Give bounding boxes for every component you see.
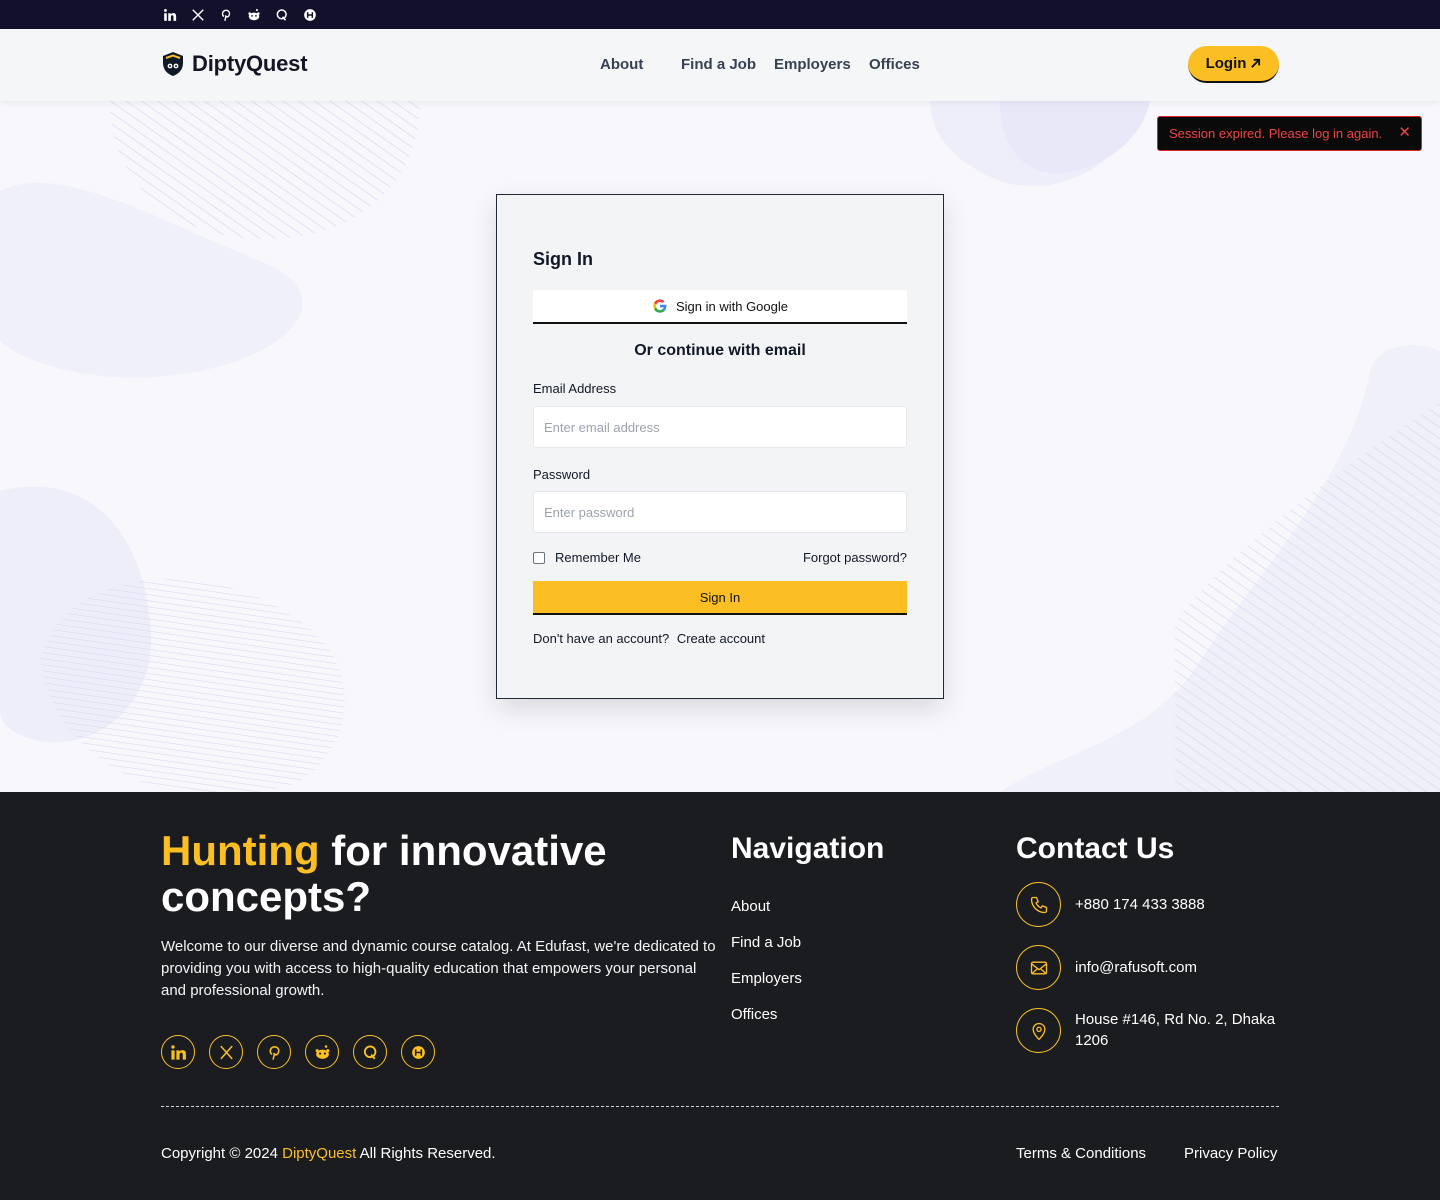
session-expired-toast: Session expired. Please log in again. ✕ [1157, 116, 1422, 151]
close-icon[interactable]: ✕ [1398, 125, 1411, 140]
footer-divider [161, 1106, 1279, 1107]
footer-nav-about[interactable]: About [731, 898, 802, 934]
contact-email-text[interactable]: info@rafusoft.com [1075, 957, 1285, 978]
top-social-icons [161, 6, 318, 23]
password-field[interactable] [533, 491, 907, 533]
site-footer: Hunting for innovative concepts? Welcome… [0, 792, 1440, 1200]
footer-social-icons [161, 1035, 435, 1069]
sign-in-button[interactable]: Sign In [533, 581, 907, 615]
location-pin-icon [1016, 1008, 1061, 1053]
copyright: Copyright © 2024 DiptyQuest All Rights R… [161, 1145, 496, 1162]
email-field[interactable] [533, 406, 907, 448]
sign-in-button-label: Sign In [699, 589, 741, 605]
main-nav: About Find a Job Employers Offices [600, 56, 920, 73]
site-header: DiptyQuest About Find a Job Employers Of… [0, 29, 1440, 101]
footer-nav-offices[interactable]: Offices [731, 1006, 802, 1042]
reddit-icon[interactable] [245, 6, 262, 23]
logo-shield-icon [163, 52, 183, 76]
remember-me-checkbox[interactable] [533, 551, 545, 564]
contact-title: Contact Us [1016, 832, 1175, 865]
brand-name: DiptyQuest [192, 51, 308, 76]
x-icon[interactable] [209, 1035, 243, 1069]
toast-message: Session expired. Please log in again. [1169, 126, 1383, 141]
google-sign-in-label: Sign in with Google [675, 298, 788, 314]
quora-icon[interactable] [273, 6, 290, 23]
email-divider-text: Or continue with email [634, 342, 806, 359]
pinterest-icon[interactable] [257, 1035, 291, 1069]
remember-me-label: Remember Me [555, 550, 641, 565]
sign-in-card: Sign In Sign in with Google Or continue … [496, 194, 944, 699]
footer-headline: Hunting for innovative concepts? [161, 828, 721, 920]
contact-phone-text[interactable]: +880 174 433 3888 [1075, 894, 1285, 915]
google-icon [653, 299, 667, 313]
create-account-link[interactable]: Create account [677, 631, 765, 646]
nav-item-employers[interactable]: Employers [774, 56, 869, 73]
nav-item-find-a-job[interactable]: Find a Job [681, 56, 774, 73]
phone-icon [1016, 882, 1061, 927]
login-button-label: Login [1205, 55, 1247, 72]
linkedin-icon[interactable] [161, 6, 178, 23]
linkedin-icon[interactable] [161, 1035, 195, 1069]
privacy-policy-link[interactable]: Privacy Policy [1184, 1145, 1277, 1162]
nav-item-offices[interactable]: Offices [869, 56, 920, 73]
signup-prompt: Don't have an account? Create account [533, 631, 765, 646]
login-button[interactable]: Login [1188, 46, 1279, 83]
envelope-icon [1016, 945, 1061, 990]
arrow-up-right-icon [1251, 58, 1261, 68]
forgot-password-link[interactable]: Forgot password? [803, 550, 907, 565]
quora-icon[interactable] [353, 1035, 387, 1069]
brand[interactable]: DiptyQuest [161, 51, 308, 77]
footer-description: Welcome to our diverse and dynamic cours… [161, 938, 716, 999]
reddit-icon[interactable] [305, 1035, 339, 1069]
x-icon[interactable] [189, 6, 206, 23]
footer-headline-accent: Hunting [161, 827, 320, 874]
footer-nav-find-a-job[interactable]: Find a Job [731, 934, 802, 970]
top-social-bar [0, 0, 1440, 29]
password-label: Password [533, 467, 591, 482]
copyright-brand[interactable]: DiptyQuest [282, 1145, 356, 1162]
nav-item-about[interactable]: About [600, 56, 681, 73]
sign-in-title: Sign In [533, 249, 593, 269]
remember-me: Remember Me [533, 550, 641, 565]
terms-link[interactable]: Terms & Conditions [1016, 1145, 1146, 1162]
copyright-prefix: Copyright © 2024 [161, 1145, 278, 1162]
email-label: Email Address [533, 381, 617, 396]
google-sign-in-button[interactable]: Sign in with Google [533, 290, 907, 324]
hackernoon-icon[interactable] [301, 6, 318, 23]
footer-navigation: About Find a Job Employers Offices [731, 898, 802, 1042]
navigation-title: Navigation [731, 832, 885, 865]
hackernoon-icon[interactable] [401, 1035, 435, 1069]
no-account-text: Don't have an account? [533, 631, 670, 646]
copyright-suffix: All Rights Reserved. [359, 1145, 496, 1162]
footer-nav-employers[interactable]: Employers [731, 970, 802, 1006]
contact-address-text: House #146, Rd No. 2, Dhaka 1206 [1075, 1011, 1276, 1049]
pinterest-icon[interactable] [217, 6, 234, 23]
